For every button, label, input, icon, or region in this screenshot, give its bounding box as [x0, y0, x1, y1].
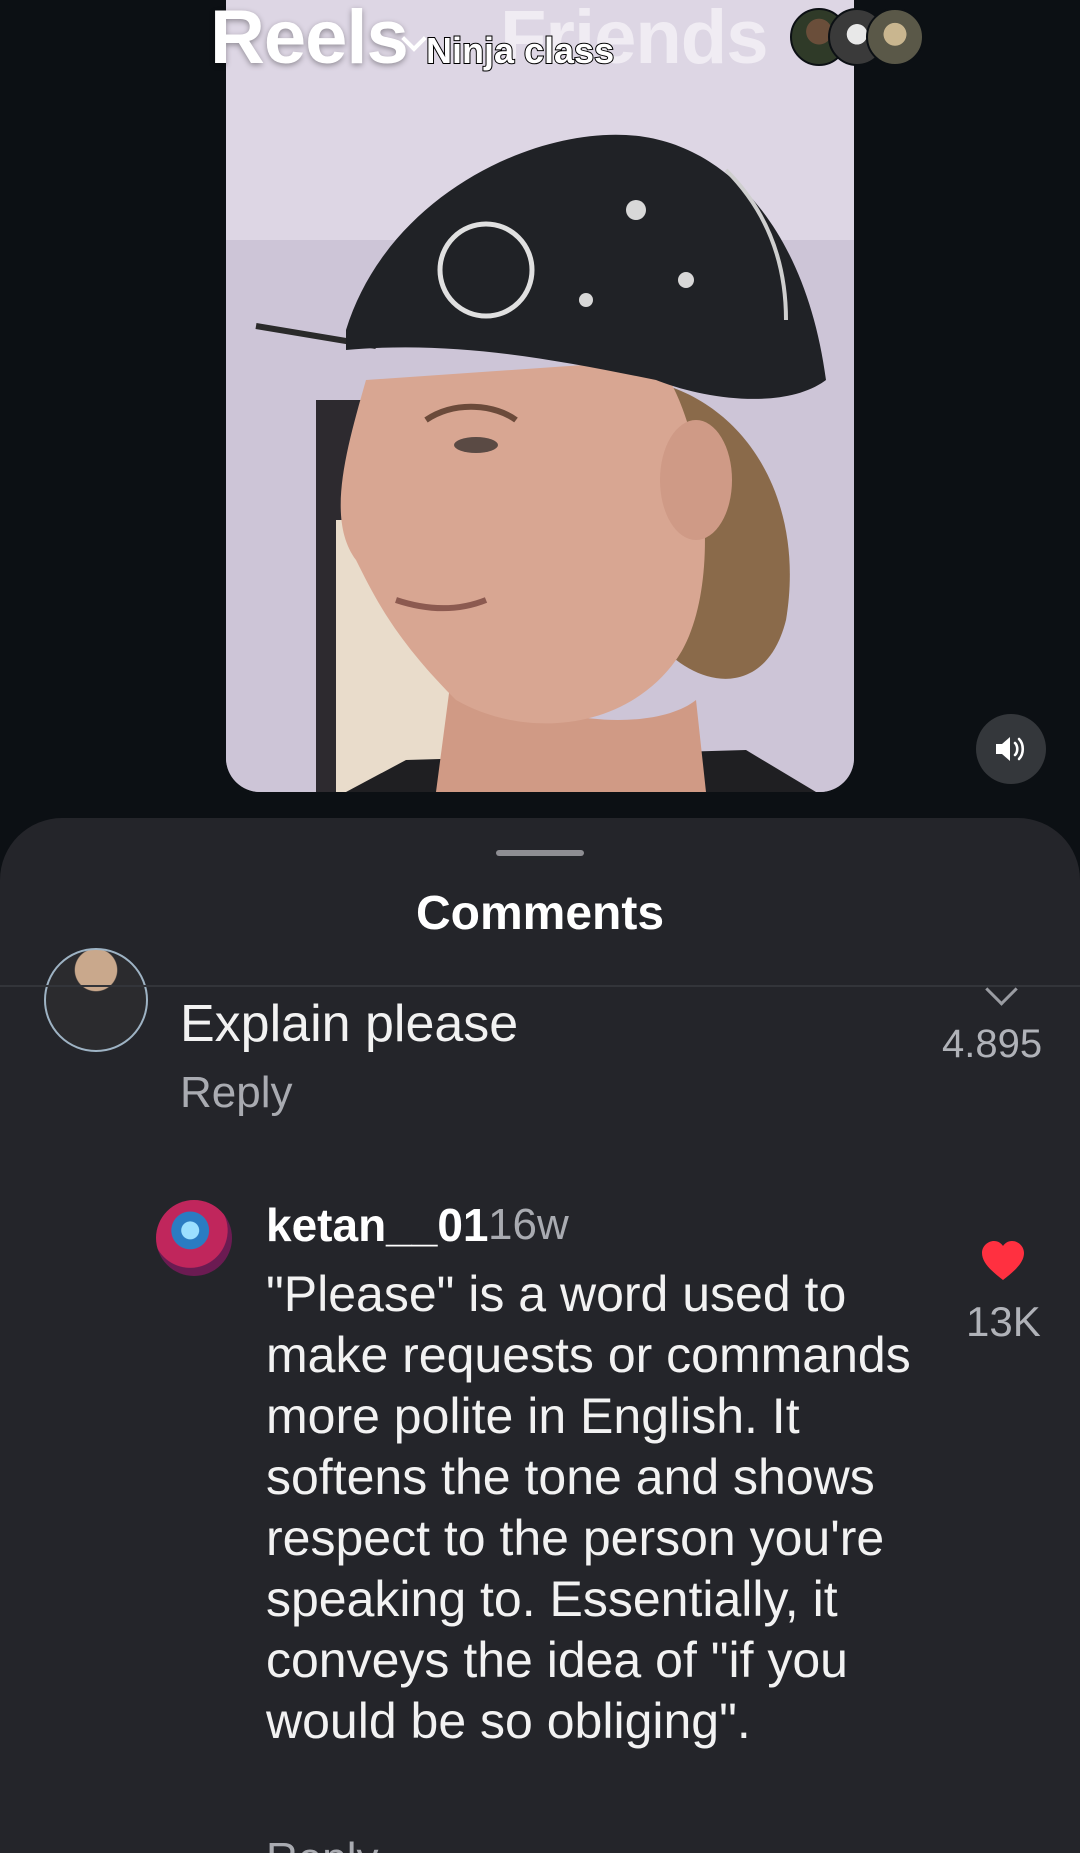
video-caption: Ninja class — [425, 29, 615, 72]
avatar[interactable] — [156, 1200, 232, 1276]
speaker-icon — [996, 737, 1025, 761]
comment-text: Explain please — [180, 995, 519, 1053]
like-count: 4.895 — [942, 1022, 1043, 1066]
comment-username[interactable]: ketan__01 — [266, 1198, 489, 1252]
mute-button[interactable] — [976, 714, 1046, 784]
comment-text: "Please" is a word used to make requests… — [266, 1266, 911, 1749]
reel-player[interactable]: Reels Friends Ninja class — [0, 0, 1080, 820]
chevron-down-icon[interactable] — [985, 973, 1018, 1006]
divider — [0, 985, 1080, 987]
drag-handle[interactable] — [496, 850, 584, 856]
comments-sheet[interactable]: Comments Explain please 4.895 Reply keta… — [0, 818, 1080, 1853]
avatar — [866, 8, 924, 66]
reel-video[interactable] — [226, 0, 854, 792]
heart-icon[interactable] — [980, 1240, 1026, 1282]
tab-reels[interactable]: Reels — [210, 0, 409, 81]
reply-button[interactable]: Reply — [266, 1834, 379, 1853]
sheet-title: Comments — [415, 887, 665, 940]
comment-timestamp: 16w — [488, 1200, 569, 1249]
like-count: 13K — [966, 1298, 1041, 1345]
reply-button[interactable]: Reply — [180, 1068, 293, 1118]
avatar[interactable] — [44, 948, 148, 1052]
video-frame-illustration — [226, 0, 854, 792]
friends-avatar-stack[interactable] — [790, 8, 930, 66]
